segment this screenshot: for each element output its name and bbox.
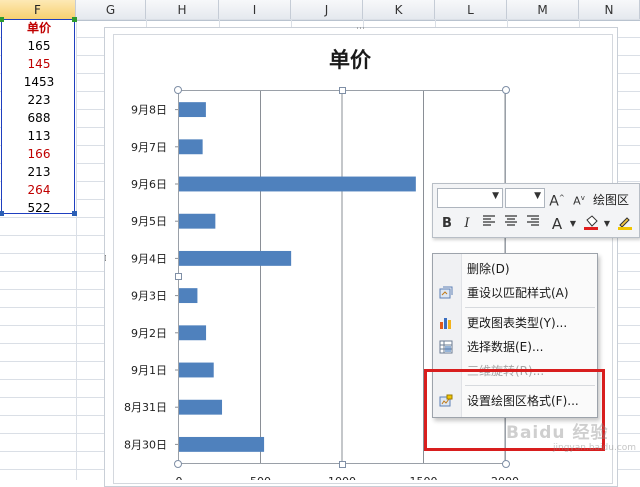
x-tick-label: 2000 (491, 475, 519, 480)
font-name-combo[interactable]: ▼ (437, 188, 503, 208)
shrink-font-icon: A (573, 194, 581, 208)
chevron-down-icon[interactable]: ▼ (597, 214, 617, 234)
plot-handle-top-right[interactable] (502, 86, 510, 94)
plot-handle-top-left[interactable] (174, 86, 182, 94)
y-category-label: 9月8日 (131, 104, 167, 117)
x-tick-label: 1500 (410, 475, 438, 480)
y-category-label: 9月4日 (131, 252, 167, 265)
menu-item-reset-style[interactable]: 重设以匹配样式(A) (433, 281, 599, 305)
menu-item-label: 删除(D) (467, 262, 510, 276)
y-category-label: 8月31日 (124, 401, 167, 414)
chart-element-label: 绘图区 (593, 193, 630, 207)
align-center-icon (505, 215, 517, 226)
plot-handle-bottom-left[interactable] (174, 460, 182, 468)
align-right-icon (527, 215, 539, 226)
x-tick-label: 1000 (328, 475, 356, 480)
menu-item-change-chart-type[interactable]: 更改图表类型(Y)... (433, 311, 599, 335)
y-category-label: 8月30日 (124, 438, 167, 451)
chevron-down-icon: ▼ (534, 191, 541, 201)
x-tick-label: 0 (176, 475, 183, 480)
align-left-button[interactable] (479, 214, 499, 234)
pen-icon (618, 217, 632, 230)
font-color-icon: A (551, 215, 563, 233)
plot-handle-bottom-right[interactable] (502, 460, 510, 468)
baidu-watermark: Baidu 经验 (506, 423, 609, 443)
plot-handle-top[interactable] (339, 87, 346, 94)
menu-item-label: 重设以匹配样式(A) (467, 286, 569, 300)
y-category-label: 9月2日 (131, 327, 167, 340)
shrink-font-button[interactable]: Av (569, 188, 589, 208)
menu-item-label: 选择数据(E)... (467, 340, 544, 354)
x-tick-label: 500 (250, 475, 271, 480)
bold-button[interactable]: B (437, 214, 457, 234)
plot-handle-left[interactable] (175, 273, 182, 280)
y-category-label: 9月3日 (131, 290, 167, 303)
menu-item-delete[interactable]: 删除(D) (433, 257, 599, 281)
y-category-label: 9月5日 (131, 215, 167, 228)
menu-separator (465, 307, 595, 308)
align-left-icon (483, 215, 495, 226)
chevron-down-icon[interactable]: ▼ (563, 214, 583, 234)
y-category-label: 9月6日 (131, 178, 167, 191)
plot-handle-bottom[interactable] (339, 461, 346, 468)
outline-color-button[interactable] (615, 214, 635, 234)
italic-button[interactable]: I (457, 214, 477, 234)
y-category-label: 9月7日 (131, 141, 167, 154)
chevron-down-icon: ▼ (492, 191, 499, 201)
align-right-button[interactable] (523, 214, 543, 234)
reset-style-icon (439, 286, 453, 299)
menu-item-label: 更改图表类型(Y)... (467, 316, 568, 330)
mini-toolbar: ▼ ▼ A^ Av 绘图区 B I A ▼ ▼ (432, 183, 640, 238)
select-data-icon (439, 340, 453, 354)
menu-item-select-data[interactable]: 选择数据(E)... (433, 335, 599, 359)
grow-font-button[interactable]: A^ (547, 188, 567, 210)
chart-type-icon (440, 318, 451, 329)
y-category-label: 9月1日 (131, 364, 167, 377)
baidu-watermark-url: jingyan.baidu.com (553, 443, 637, 453)
grow-font-icon: A (549, 193, 559, 210)
font-size-combo[interactable]: ▼ (505, 188, 545, 208)
align-center-button[interactable] (501, 214, 521, 234)
